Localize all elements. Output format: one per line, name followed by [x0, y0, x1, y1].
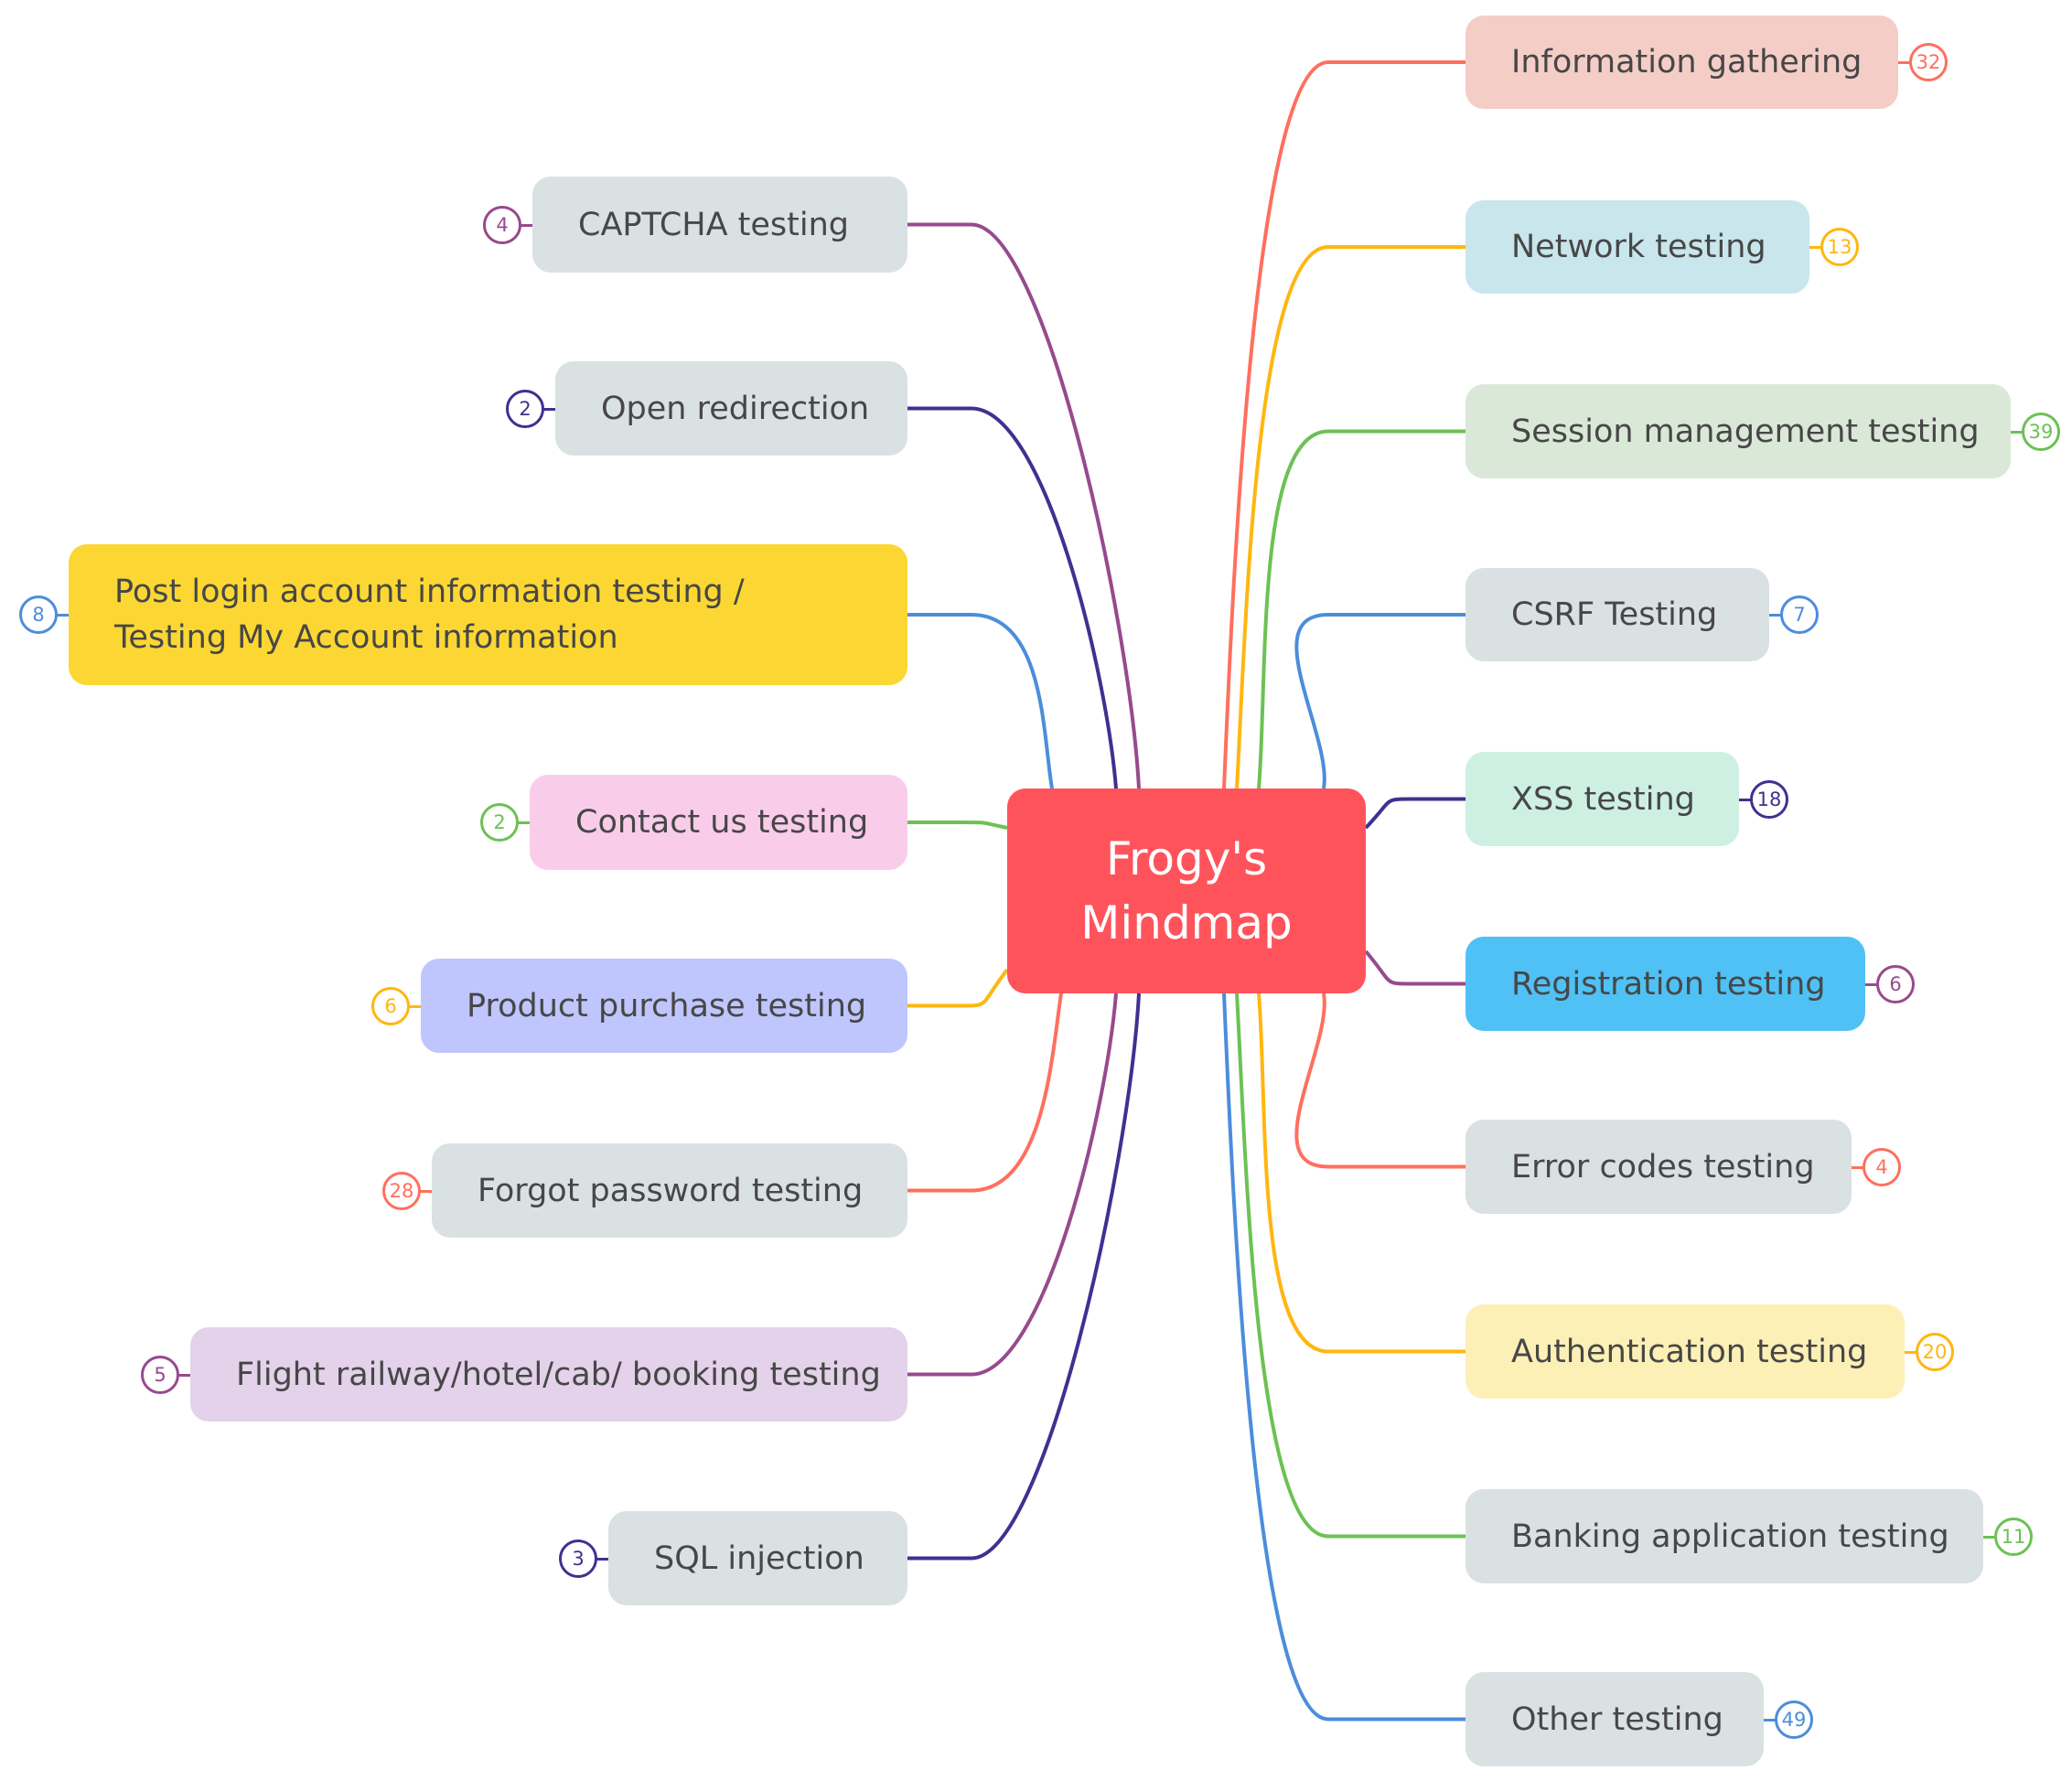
branch-label: Error codes testing	[1511, 1148, 1815, 1185]
branch-node[interactable]: Error codes testing	[1465, 1120, 1852, 1214]
child-count-badge[interactable]: 4	[1863, 1147, 1901, 1186]
child-count-badge[interactable]: 7	[1780, 595, 1819, 634]
child-count-badge[interactable]: 2	[506, 389, 544, 428]
branch-label: Other testing	[1511, 1700, 1723, 1738]
badge-connector	[56, 614, 69, 617]
branch-connector	[1364, 949, 1465, 986]
branch-node[interactable]: Registration testing	[1465, 937, 1865, 1031]
root-label: Frogy's Mindmap	[1080, 832, 1293, 949]
root-node[interactable]: Frogy's Mindmap	[1007, 788, 1366, 993]
branch-node[interactable]: Other testing	[1465, 1672, 1764, 1766]
branch-label: Session management testing	[1511, 413, 1980, 450]
branch-label: Contact us testing	[575, 804, 869, 841]
branch-connector	[907, 992, 1063, 1193]
child-count-badge[interactable]: 11	[1994, 1517, 2033, 1556]
child-count-badge[interactable]: 39	[2022, 412, 2060, 451]
child-count-badge[interactable]: 32	[1909, 43, 1948, 81]
child-count-badge[interactable]: 49	[1775, 1700, 1813, 1739]
branch-connector	[1294, 613, 1465, 789]
branch-connector	[907, 613, 1054, 789]
branch-node[interactable]: CAPTCHA testing	[532, 177, 907, 273]
child-count-badge[interactable]: 5	[141, 1355, 179, 1394]
child-count-badge[interactable]: 6	[371, 986, 410, 1025]
branch-node[interactable]: Flight railway/hotel/cab/ booking testin…	[190, 1327, 907, 1421]
child-count-badge[interactable]: 18	[1750, 779, 1788, 819]
branch-node[interactable]: CSRF Testing	[1465, 568, 1769, 661]
branch-node[interactable]: XSS testing	[1465, 752, 1739, 846]
branch-label: CAPTCHA testing	[578, 206, 849, 243]
branch-label: Forgot password testing	[478, 1172, 864, 1209]
badge-connector	[596, 1557, 608, 1561]
branch-node[interactable]: Information gathering	[1465, 16, 1898, 109]
branch-label: Product purchase testing	[467, 987, 867, 1024]
branch-connector	[1364, 797, 1465, 830]
badge-connector	[408, 1004, 421, 1008]
branch-label: Network testing	[1511, 229, 1766, 265]
branch-connector	[1235, 992, 1465, 1539]
branch-label: CSRF Testing	[1511, 596, 1718, 633]
badge-connector	[177, 1373, 190, 1377]
branch-label: SQL injection	[654, 1539, 864, 1577]
child-count-badge[interactable]: 20	[1916, 1332, 1954, 1371]
branch-node[interactable]: Post login account information testing /…	[69, 544, 907, 685]
branch-node[interactable]: Forgot password testing	[432, 1143, 907, 1238]
branch-node[interactable]: Product purchase testing	[421, 959, 907, 1053]
branch-connector	[1222, 992, 1465, 1722]
branch-label: Banking application testing	[1511, 1518, 1949, 1555]
child-count-badge[interactable]: 2	[480, 803, 519, 842]
branch-connector	[907, 821, 1008, 830]
branch-node[interactable]: Authentication testing	[1465, 1304, 1905, 1399]
branch-node[interactable]: Session management testing	[1465, 384, 2011, 478]
child-count-badge[interactable]: 3	[559, 1539, 597, 1578]
branch-connector	[1257, 429, 1465, 789]
child-count-badge[interactable]: 4	[483, 205, 521, 244]
branch-label: Authentication testing	[1511, 1333, 1868, 1370]
branch-label: Information gathering	[1511, 44, 1863, 80]
branch-node[interactable]: Banking application testing	[1465, 1489, 1983, 1583]
branch-connector	[1222, 60, 1465, 789]
child-count-badge[interactable]: 8	[19, 595, 58, 634]
branch-connector	[1235, 245, 1465, 789]
branch-node[interactable]: Network testing	[1465, 200, 1809, 294]
branch-label: Post login account information testing /…	[114, 574, 745, 656]
branch-node[interactable]: SQL injection	[608, 1511, 907, 1605]
branch-node[interactable]: Contact us testing	[530, 775, 907, 870]
branch-node[interactable]: Open redirection	[555, 361, 907, 456]
branch-connector	[1294, 992, 1465, 1169]
child-count-badge[interactable]: 6	[1876, 964, 1915, 1003]
branch-connector	[907, 968, 1009, 1008]
badge-connector	[520, 223, 532, 227]
branch-label: Open redirection	[601, 390, 870, 427]
badge-connector	[542, 407, 555, 411]
branch-label: Flight railway/hotel/cab/ booking testin…	[236, 1356, 881, 1393]
badge-connector	[517, 821, 530, 824]
badge-connector	[419, 1189, 432, 1193]
branch-label: Registration testing	[1511, 965, 1826, 1003]
child-count-badge[interactable]: 28	[382, 1171, 421, 1210]
child-count-badge[interactable]: 13	[1820, 228, 1859, 266]
branch-connector	[1257, 992, 1465, 1354]
branch-label: XSS testing	[1511, 780, 1695, 818]
